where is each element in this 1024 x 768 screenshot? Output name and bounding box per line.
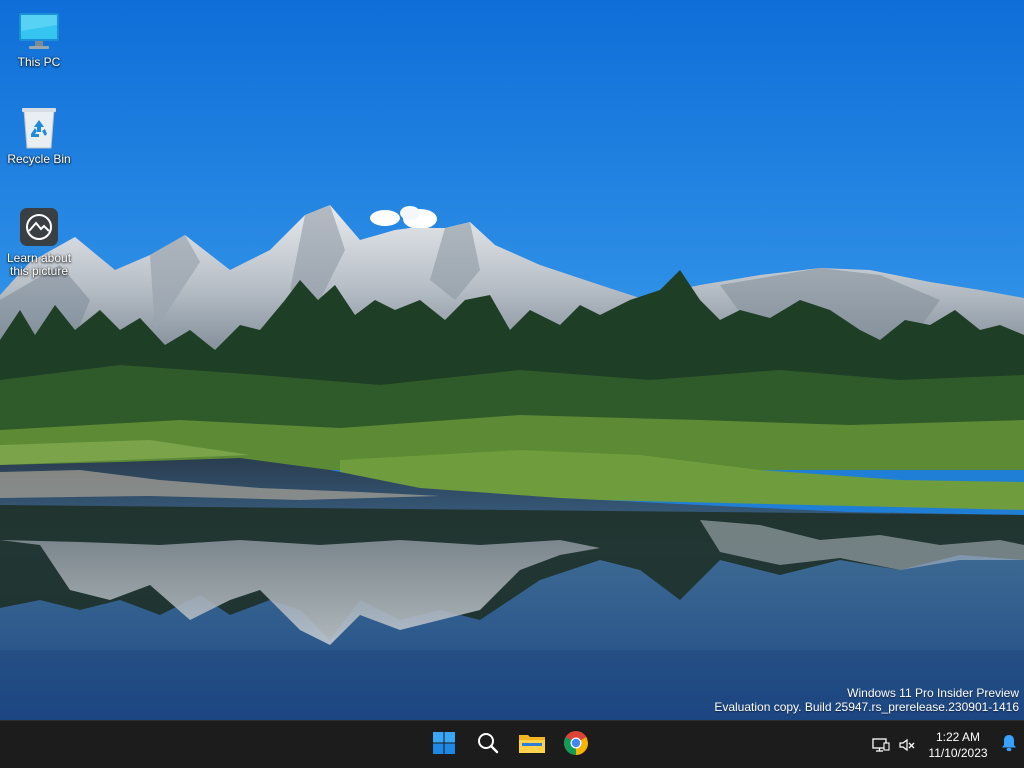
start-button[interactable]: [424, 725, 464, 765]
taskbar: 1:22 AM 11/10/2023: [0, 720, 1024, 768]
folder-icon: [518, 731, 546, 760]
learn-picture-icon: [17, 205, 61, 249]
desktop-icon-label: Learn about this picture: [6, 251, 72, 278]
clock[interactable]: 1:22 AM 11/10/2023: [922, 729, 994, 761]
taskbar-apps: [424, 721, 596, 768]
search-button[interactable]: [468, 725, 508, 765]
chrome-icon: [563, 730, 589, 761]
clock-time: 1:22 AM: [935, 730, 981, 744]
desktop-icon-learn-about-picture[interactable]: Learn about this picture: [1, 205, 77, 278]
search-icon: [476, 731, 500, 760]
desktop-wallpaper: [0, 0, 1024, 720]
watermark-build: Evaluation copy. Build 25947.rs_prerelea…: [714, 700, 1019, 714]
recycle-bin-icon: [17, 106, 61, 150]
system-tray: 1:22 AM 11/10/2023: [868, 721, 1024, 768]
clock-date: 11/10/2023: [928, 746, 988, 760]
notification-button[interactable]: [994, 725, 1024, 765]
evaluation-watermark: Windows 11 Pro Insider Preview Evaluatio…: [714, 686, 1019, 714]
watermark-edition: Windows 11 Pro Insider Preview: [847, 686, 1019, 700]
monitor-icon: [17, 9, 61, 53]
desktop-icon-label: This PC: [17, 55, 61, 69]
speaker-muted-icon[interactable]: [894, 725, 920, 765]
chrome-button[interactable]: [556, 725, 596, 765]
network-icon[interactable]: [868, 725, 894, 765]
desktop-icon-this-pc[interactable]: This PC: [1, 9, 77, 69]
windows-start-icon: [432, 731, 456, 760]
file-explorer-button[interactable]: [512, 725, 552, 765]
desktop-icon-recycle-bin[interactable]: Recycle Bin: [1, 106, 77, 166]
bell-icon: [1001, 734, 1017, 757]
desktop-icon-label: Recycle Bin: [7, 152, 71, 166]
